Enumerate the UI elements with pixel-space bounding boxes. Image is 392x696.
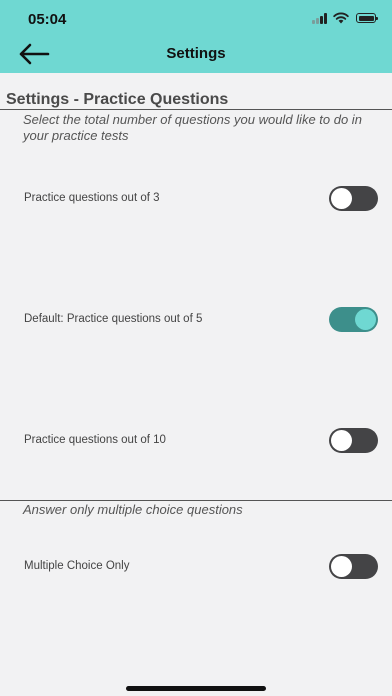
option-label-multiple-choice: Multiple Choice Only bbox=[24, 560, 130, 572]
toggle-knob bbox=[331, 430, 352, 451]
wifi-icon bbox=[333, 12, 349, 24]
home-indicator bbox=[126, 686, 266, 691]
status-time: 05:04 bbox=[28, 11, 67, 28]
toggle-multiple-choice[interactable] bbox=[329, 554, 378, 579]
toggle-questions-10[interactable] bbox=[329, 428, 378, 453]
option-label-3: Practice questions out of 3 bbox=[24, 192, 160, 204]
option-label-10: Practice questions out of 10 bbox=[24, 434, 166, 446]
mc-description: Answer only multiple choice questions bbox=[23, 502, 243, 517]
toggle-knob bbox=[331, 556, 352, 577]
mc-divider bbox=[0, 500, 392, 501]
toggle-knob bbox=[331, 188, 352, 209]
section-description: Select the total number of questions you… bbox=[23, 112, 362, 143]
toggle-questions-5[interactable] bbox=[329, 307, 378, 332]
section-divider bbox=[0, 109, 392, 110]
battery-icon bbox=[356, 13, 378, 23]
option-label-5: Default: Practice questions out of 5 bbox=[24, 313, 203, 325]
cellular-signal-icon bbox=[312, 13, 328, 24]
section-title: Settings - Practice Questions bbox=[6, 91, 229, 108]
page-title: Settings bbox=[166, 45, 226, 62]
toggle-questions-3[interactable] bbox=[329, 186, 378, 211]
toggle-knob bbox=[355, 309, 376, 330]
header-bar: 05:04 Settings bbox=[0, 0, 392, 73]
